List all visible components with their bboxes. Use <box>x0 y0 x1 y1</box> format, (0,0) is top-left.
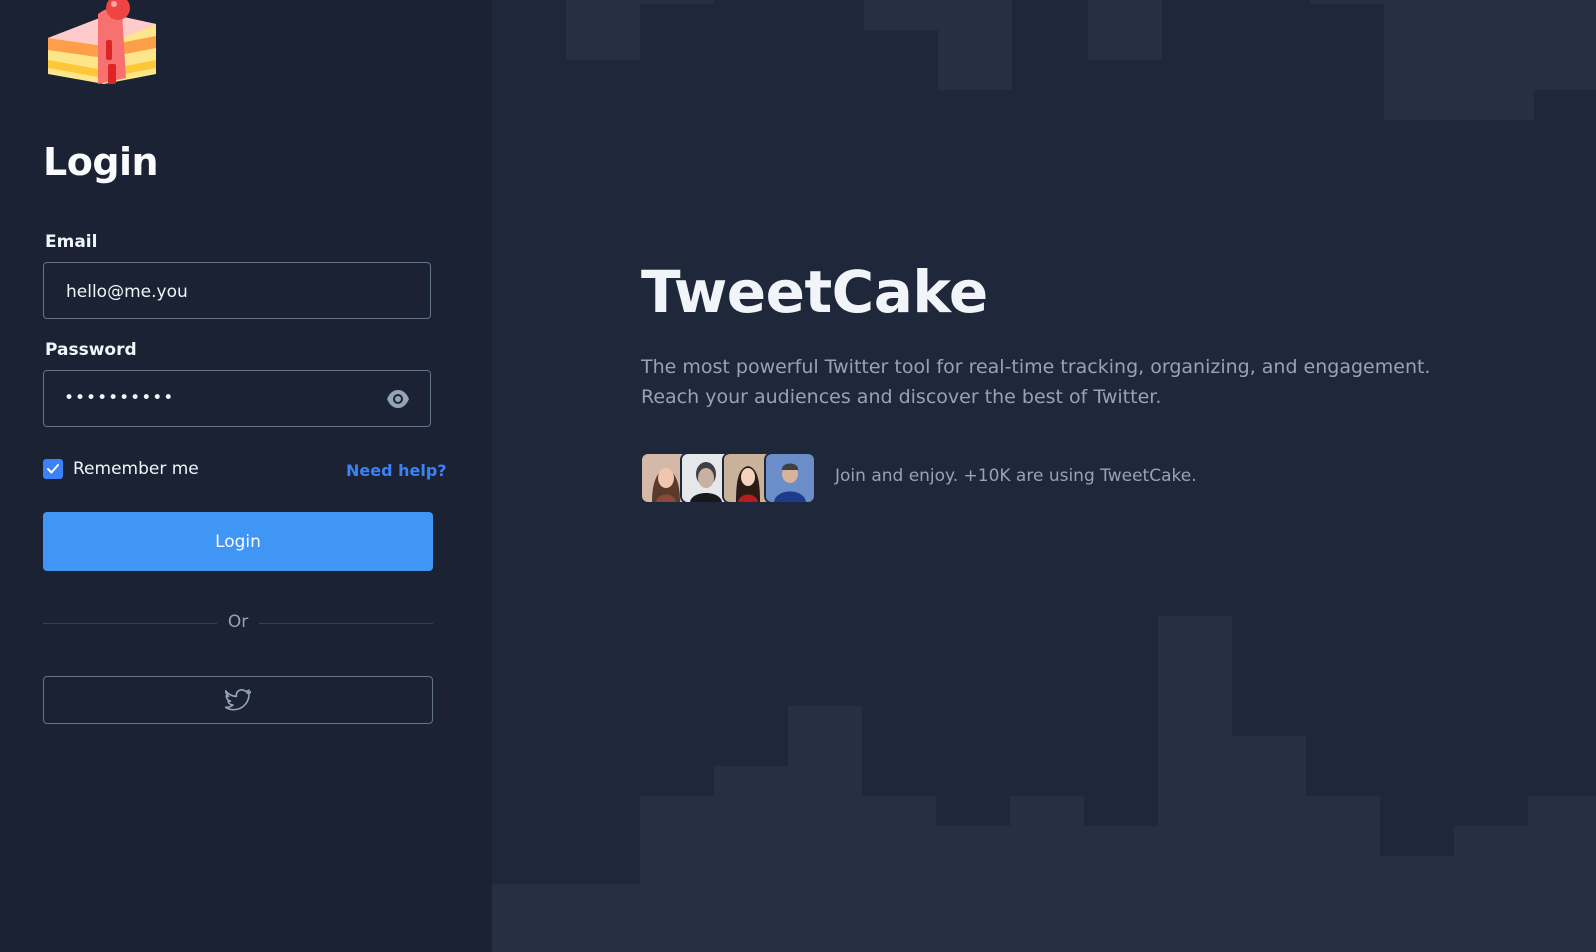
divider-text: Or <box>227 612 249 632</box>
login-button[interactable]: Login <box>43 512 433 571</box>
eye-icon[interactable] <box>386 388 410 410</box>
password-label: Password <box>45 340 137 360</box>
hero-panel: TweetCake The most powerful Twitter tool… <box>492 0 1596 952</box>
login-page: Login Email Password •••••••••• Remember… <box>0 0 1596 952</box>
divider-line-right <box>259 623 433 624</box>
remember-me-label: Remember me <box>73 459 199 479</box>
brand-tagline: The most powerful Twitter tool for real-… <box>641 356 1431 408</box>
avatar <box>764 452 816 504</box>
brand-title: TweetCake <box>641 258 988 326</box>
avatar-group <box>640 452 820 504</box>
password-input[interactable]: •••••••••• <box>64 371 174 426</box>
password-field[interactable]: •••••••••• <box>43 370 431 427</box>
remember-me-checkbox[interactable]: Remember me <box>43 459 199 479</box>
email-field[interactable] <box>43 262 431 320</box>
need-help-link[interactable]: Need help? <box>346 461 447 480</box>
or-divider: Or <box>43 610 433 638</box>
email-label: Email <box>45 232 98 252</box>
twitter-login-button[interactable] <box>43 676 433 724</box>
email-input[interactable] <box>64 263 388 320</box>
social-proof-text: Join and enjoy. +10K are using TweetCake… <box>835 466 1197 486</box>
twitter-bird-icon <box>225 689 251 711</box>
checkbox-checked-icon[interactable] <box>43 459 63 479</box>
login-panel: Login Email Password •••••••••• Remember… <box>0 0 492 952</box>
login-title: Login <box>43 140 159 184</box>
cake-logo-icon <box>48 0 156 85</box>
